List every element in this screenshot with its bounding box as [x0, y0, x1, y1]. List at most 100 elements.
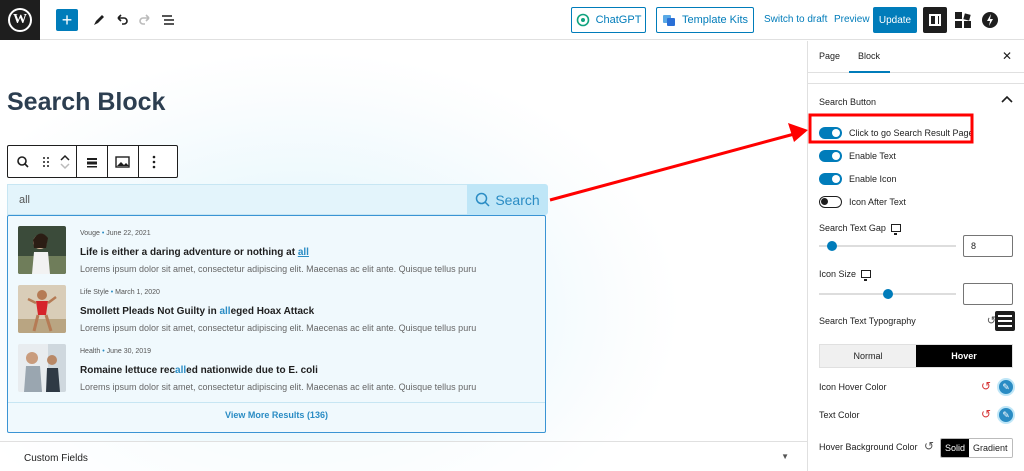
block-toolbar-group-transform: [8, 146, 77, 177]
wordpress-logo-button[interactable]: W: [0, 0, 40, 40]
result-date: June 30, 2019: [106, 348, 151, 355]
close-icon[interactable]: ✕: [1002, 49, 1012, 63]
redo-icon: [139, 14, 150, 25]
block-type-button[interactable]: [12, 151, 34, 173]
bg-mode-gradient[interactable]: Gradient: [969, 439, 1012, 457]
more-vertical-icon: [152, 155, 156, 168]
page-title[interactable]: Search Block: [7, 88, 165, 117]
block-toolbar-group-align: [77, 146, 108, 177]
tab-normal[interactable]: Normal: [820, 345, 916, 367]
sidebar-tabs: Page Block ✕: [808, 41, 1024, 73]
section-title[interactable]: Search Button: [819, 97, 876, 107]
chatgpt-button[interactable]: ChatGPT: [571, 7, 646, 33]
result-excerpt: Lorems ipsum dolor sit amet, consectetur…: [80, 323, 477, 333]
toggle-search-result-page[interactable]: Click to go Search Result Page: [819, 126, 974, 140]
update-button[interactable]: Update: [873, 7, 917, 33]
preview-link[interactable]: Preview: [834, 14, 870, 25]
tab-hover[interactable]: Hover: [916, 345, 1012, 367]
search-result-item[interactable]: Health • June 30, 2019 Romaine lettuce r…: [18, 344, 538, 394]
block-options-button[interactable]: [143, 151, 165, 173]
align-button[interactable]: [81, 151, 103, 173]
search-result-item[interactable]: Life Style • March 1, 2020 Smollett Plea…: [18, 285, 538, 335]
toggle-icon-after-text[interactable]: Icon After Text: [819, 195, 906, 209]
result-title-text: Smollett Pleads Not Guilty in: [80, 306, 220, 317]
document-overview-button[interactable]: [158, 10, 178, 30]
view-more-results-link[interactable]: View More Results (136): [8, 410, 545, 420]
slider-handle[interactable]: [826, 241, 837, 251]
result-title[interactable]: Romaine lettuce recalled nationwide due …: [80, 365, 318, 376]
search-icon: [476, 192, 490, 207]
block-toolbar-group-options: [139, 146, 169, 177]
toggle-enable-icon[interactable]: Enable Icon: [819, 172, 897, 186]
drag-dots-icon: [43, 156, 49, 167]
reset-icon[interactable]: ↺: [924, 439, 934, 453]
tab-block[interactable]: Block: [848, 51, 891, 73]
icon-size-slider[interactable]: [819, 289, 956, 299]
toggle-switch[interactable]: [819, 150, 842, 162]
color-picker-swatch[interactable]: ✎: [997, 378, 1015, 396]
color-label: Hover Background Color: [819, 442, 918, 452]
template-kits-button[interactable]: Template Kits: [656, 7, 754, 33]
block-toolbar: [7, 145, 178, 178]
add-block-button[interactable]: +: [56, 9, 78, 31]
text-color-row: Text Color ↺ ✎: [819, 406, 1015, 424]
switch-to-draft-link[interactable]: Switch to draft: [764, 14, 827, 25]
results-divider: [8, 402, 545, 403]
toggle-switch[interactable]: [819, 173, 842, 185]
desktop-icon[interactable]: [890, 224, 901, 235]
search-button[interactable]: Search: [467, 184, 548, 215]
block-toolbar-group-media: [108, 146, 139, 177]
icon-hover-color-row: Icon Hover Color ↺ ✎: [819, 378, 1015, 396]
move-buttons[interactable]: [58, 151, 72, 173]
desktop-icon[interactable]: [861, 270, 872, 281]
chevron-up-icon[interactable]: [1001, 94, 1013, 106]
icon-size-input[interactable]: [963, 283, 1013, 305]
settings-sidebar: Page Block ✕ Search Button Click to go S…: [807, 41, 1024, 471]
search-result-item[interactable]: Vouge • June 22, 2021 Life is either a d…: [18, 226, 538, 276]
list-view-icon: [162, 15, 174, 25]
search-input[interactable]: all: [7, 184, 467, 215]
search-text-gap-slider[interactable]: [819, 241, 956, 251]
meta-dot: •: [110, 289, 114, 296]
search-text-gap-label: Search Text Gap: [819, 223, 901, 235]
result-meta: Life Style • March 1, 2020: [80, 289, 160, 296]
result-date: March 1, 2020: [115, 289, 160, 296]
blocks-icon: [955, 12, 971, 28]
hover-background-color-row: Hover Background Color ↺ Solid Gradient: [819, 438, 1015, 458]
undo-button[interactable]: [112, 10, 132, 30]
template-kits-label: Template Kits: [681, 14, 749, 26]
background-mode-toggle: Solid Gradient: [940, 438, 1013, 458]
result-title[interactable]: Smollett Pleads Not Guilty in alleged Ho…: [80, 306, 314, 317]
redo-button[interactable]: [135, 10, 155, 30]
slider-handle[interactable]: [882, 289, 893, 299]
typography-settings-button[interactable]: [995, 311, 1015, 331]
view-more-count: (136): [306, 410, 328, 420]
tools-button[interactable]: [89, 10, 109, 30]
plugin-button[interactable]: [980, 10, 1000, 30]
result-title[interactable]: Life is either a daring adventure or not…: [80, 247, 309, 258]
toggle-enable-text[interactable]: Enable Text: [819, 149, 896, 163]
toggle-switch[interactable]: [819, 127, 842, 139]
toggle-label: Icon After Text: [849, 197, 906, 207]
drag-handle[interactable]: [40, 151, 52, 173]
toggle-switch[interactable]: [819, 196, 842, 208]
result-thumbnail: [18, 344, 66, 392]
custom-fields-panel[interactable]: Custom Fields ▼: [0, 441, 807, 471]
caret-down-icon: ▼: [781, 452, 789, 461]
reset-icon[interactable]: ↺: [981, 379, 991, 393]
result-title-match: all: [175, 365, 187, 376]
color-picker-swatch[interactable]: ✎: [997, 406, 1015, 424]
plus-icon: +: [61, 10, 73, 30]
reset-icon[interactable]: ↺: [981, 407, 991, 421]
settings-panel-toggle[interactable]: [923, 7, 947, 33]
sidebar-icon: [929, 14, 941, 26]
chatgpt-icon: [576, 13, 589, 27]
search-text-gap-input[interactable]: 8: [963, 235, 1013, 257]
meta-dot: •: [101, 230, 105, 237]
toggle-label: Enable Text: [849, 151, 896, 161]
bg-mode-solid[interactable]: Solid: [941, 439, 970, 457]
state-tabs: Normal Hover: [819, 344, 1013, 368]
tab-page[interactable]: Page: [819, 51, 840, 61]
replace-image-button[interactable]: [112, 151, 134, 173]
block-library-button[interactable]: [953, 10, 973, 30]
